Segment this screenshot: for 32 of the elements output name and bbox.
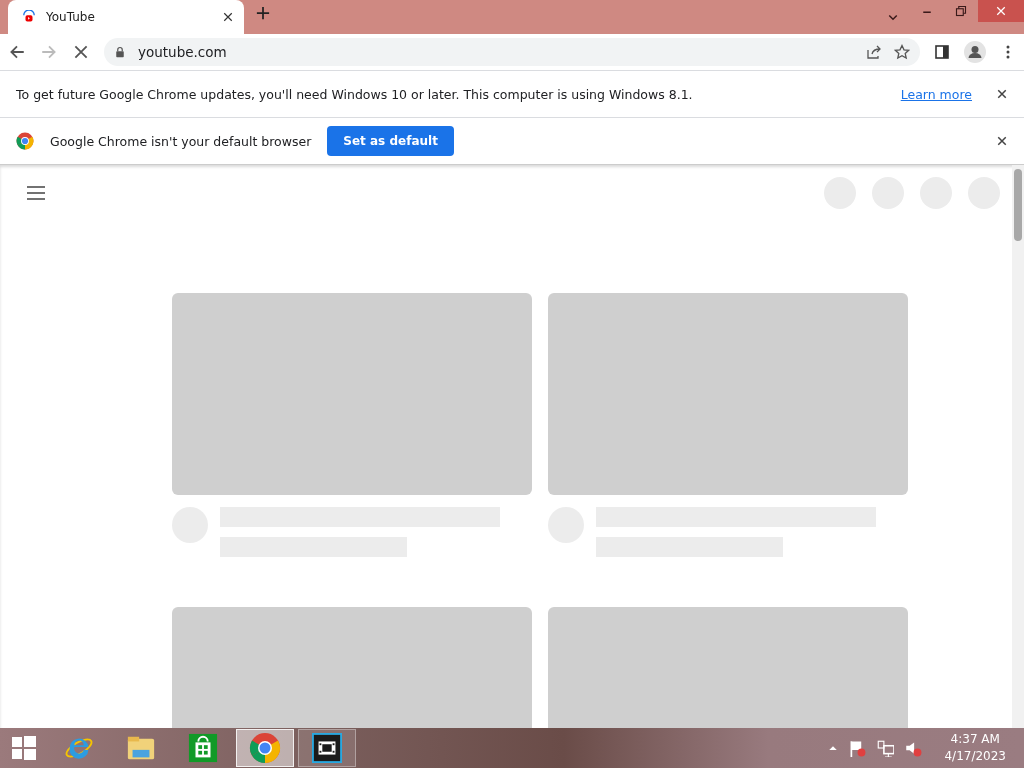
browser-tab[interactable]: YouTube [8, 0, 244, 34]
restore-icon[interactable] [955, 5, 967, 17]
set-default-button[interactable]: Set as default [327, 126, 454, 156]
flag-icon[interactable] [848, 739, 867, 757]
close-icon[interactable] [996, 88, 1008, 100]
clock-time: 4:37 AM [950, 731, 1000, 748]
address-bar[interactable]: youtube.com [104, 38, 920, 66]
learn-more-link[interactable]: Learn more [900, 86, 972, 102]
infobar-message: To get future Google Chrome updates, you'll need Windows 10 or later. This computer is using Windows 8.1. [16, 86, 694, 102]
store-icon[interactable] [188, 733, 218, 763]
infobar-message: Google Chrome isn't your default browser [50, 133, 312, 149]
star-icon[interactable] [894, 44, 910, 60]
taskbar-app[interactable] [298, 729, 356, 767]
network-icon[interactable] [876, 739, 895, 757]
close-icon[interactable] [996, 135, 1008, 147]
side-panel-icon[interactable] [934, 44, 950, 60]
close-icon[interactable] [222, 11, 234, 23]
menu-icon[interactable] [26, 183, 46, 203]
back-icon[interactable] [8, 43, 26, 61]
film-icon[interactable] [312, 733, 342, 763]
stop-icon[interactable] [72, 43, 90, 61]
scrollbar[interactable] [1012, 165, 1024, 728]
clock-date: 4/17/2023 [944, 748, 1006, 765]
profile-icon[interactable] [964, 41, 986, 63]
lock-icon [114, 46, 126, 58]
new-tab-icon[interactable] [256, 5, 270, 20]
chrome-icon [16, 132, 34, 150]
youtube-favicon [22, 10, 36, 24]
windows-icon [11, 735, 37, 761]
share-icon[interactable] [866, 44, 882, 60]
chrome-icon[interactable] [249, 732, 281, 764]
scrollbar-thumb[interactable] [1014, 169, 1022, 241]
